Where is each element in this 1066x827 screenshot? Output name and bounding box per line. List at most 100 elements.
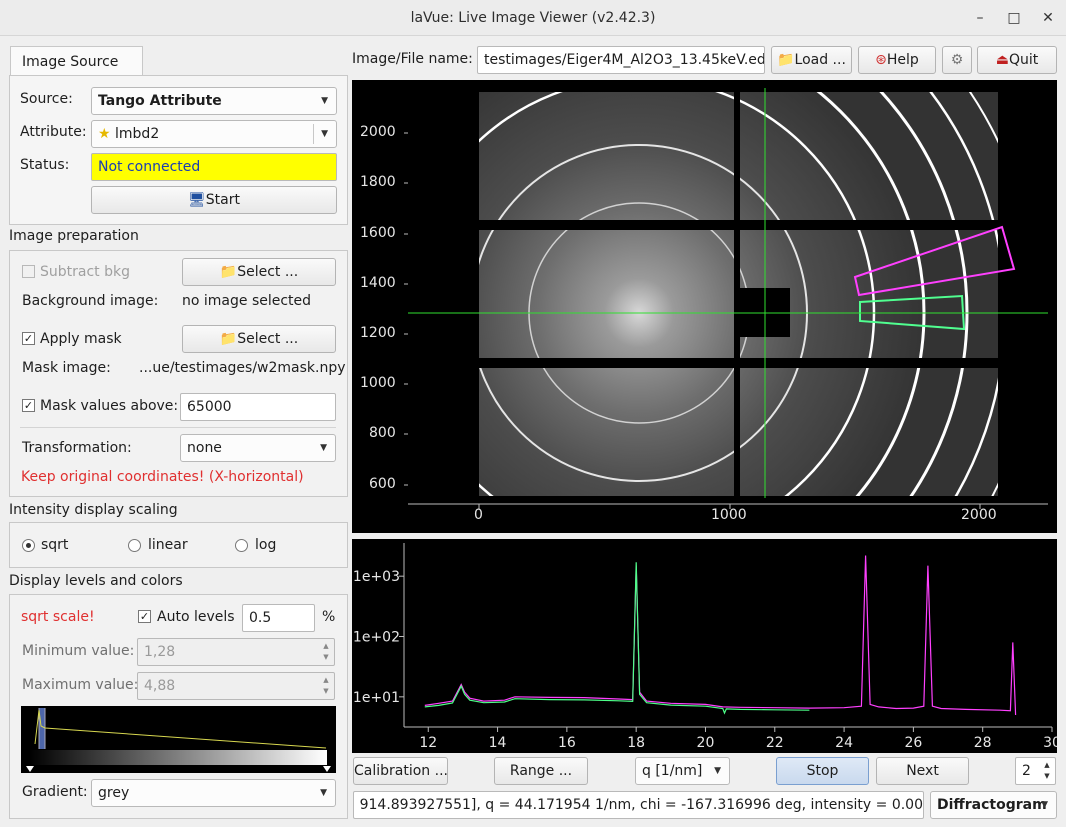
- file-name-label: Image/File name:: [352, 51, 473, 67]
- status-label: Status:: [20, 157, 70, 173]
- sqrt-radio[interactable]: [22, 539, 35, 552]
- load-button[interactable]: 📁Load ...: [771, 46, 852, 74]
- maximize-icon[interactable]: □: [1004, 8, 1024, 28]
- x-tick-label: 16: [558, 735, 576, 751]
- diffractogram-plot[interactable]: 12 14 16 18 20 22 24 26 28 30 1e+03 1e+02 1e+01: [352, 539, 1061, 753]
- source-select[interactable]: Tango Attribute ▼: [91, 87, 337, 115]
- subtract-bkg-checkbox[interactable]: [22, 265, 35, 278]
- auto-levels-label: Auto levels: [157, 609, 235, 625]
- divider: [20, 427, 336, 428]
- spin-arrows-icon[interactable]: ▲ ▼: [1041, 760, 1053, 782]
- exit-icon: ⏏: [995, 52, 1009, 68]
- mask-threshold-input[interactable]: 65000: [180, 393, 336, 421]
- mask-values-above-checkbox[interactable]: ✓: [22, 399, 35, 412]
- transformation-label: Transformation:: [22, 440, 132, 456]
- unit-select[interactable]: q [1/nm] ▼: [635, 757, 730, 785]
- log-radio[interactable]: [235, 539, 248, 552]
- detector-image: [215, 0, 1063, 737]
- unit-value: q [1/nm]: [642, 763, 703, 779]
- spinbox[interactable]: 2 ▲ ▼: [1015, 757, 1056, 785]
- sqrt-scale-note: sqrt scale!: [21, 609, 95, 625]
- y-tick-label: 1e+03: [353, 569, 400, 585]
- close-icon[interactable]: ✕: [1038, 8, 1058, 28]
- calibration-button[interactable]: Calibration ...: [353, 757, 448, 785]
- select-background-button[interactable]: 📁Select ...: [182, 258, 336, 286]
- status-readout: 01388, 914.893927551], q = 44.171954 1/n…: [353, 791, 924, 819]
- settings-button[interactable]: ⚙: [942, 46, 972, 74]
- x-tick-label: 30: [1043, 735, 1057, 751]
- help-button[interactable]: ⊛Help: [858, 46, 936, 74]
- window-title: laVue: Live Image Viewer (v2.42.3): [410, 10, 656, 26]
- max-value: 4,88: [144, 678, 176, 694]
- select-background-label: Select ...: [237, 264, 299, 280]
- x-tick-label: 26: [904, 735, 922, 751]
- gradient-value: grey: [98, 785, 130, 801]
- chevron-down-icon: ▼: [1041, 800, 1048, 810]
- stop-button[interactable]: Stop: [776, 757, 869, 785]
- image-preparation-title: Image preparation: [9, 228, 139, 244]
- max-value-label: Maximum value:: [22, 677, 139, 693]
- image-plot-svg: [215, 0, 1063, 737]
- folder-icon: 📁: [777, 52, 795, 68]
- auto-levels-checkbox[interactable]: ✓: [138, 610, 151, 623]
- percent-label: %: [322, 609, 336, 625]
- min-value: 1,28: [144, 644, 176, 660]
- status-field: Not connected: [91, 153, 337, 181]
- min-value-input: 1,28 ▲ ▼: [137, 638, 335, 666]
- display-levels-title: Display levels and colors: [9, 573, 183, 589]
- gradient-select[interactable]: grey ▼: [91, 779, 336, 807]
- y-tick-label: 1000: [360, 375, 396, 391]
- mask-image-value: ...ue/testimages/w2mask.npy: [139, 360, 346, 376]
- minimize-icon[interactable]: –: [970, 8, 990, 28]
- x-tick-label: 1000: [711, 507, 747, 523]
- select-mask-button[interactable]: 📁Select ...: [182, 325, 336, 353]
- quit-button[interactable]: ⏏Quit: [977, 46, 1057, 74]
- x-tick-label: 0: [474, 507, 483, 523]
- x-tick-label: 28: [974, 735, 992, 751]
- y-tick-label: 1800: [360, 174, 396, 190]
- chevron-down-icon: ▼: [321, 129, 328, 139]
- gradient-label: Gradient:: [22, 784, 88, 800]
- apply-mask-label: Apply mask: [40, 331, 122, 347]
- sqrt-label: sqrt: [41, 537, 69, 553]
- title-bar: laVue: Live Image Viewer (v2.42.3): [0, 0, 1066, 36]
- background-image-value: no image selected: [182, 293, 312, 309]
- gradient-bar: [29, 750, 327, 765]
- file-name-input[interactable]: testimages/Eiger4M_Al2O3_13.45keV.edf: [477, 46, 765, 74]
- log-label: log: [255, 537, 277, 553]
- background-image-label: Background image:: [22, 293, 159, 309]
- start-button[interactable]: 🖥Start: [91, 186, 337, 214]
- star-icon: ★: [98, 126, 111, 142]
- apply-mask-checkbox[interactable]: ✓: [22, 332, 35, 345]
- diffractogram-series: [424, 555, 1017, 716]
- range-button[interactable]: Range ...: [494, 757, 588, 785]
- y-tick-label: 1200: [360, 325, 396, 341]
- load-label: Load ...: [794, 52, 846, 68]
- folder-icon: 📁: [219, 264, 238, 280]
- mask-image-label: Mask image:: [22, 360, 111, 376]
- linear-radio[interactable]: [128, 539, 141, 552]
- transformation-value: none: [187, 440, 222, 456]
- attribute-label: Attribute:: [20, 124, 87, 140]
- auto-levels-input[interactable]: 0.5: [242, 604, 315, 632]
- tab-image-source[interactable]: Image Source: [10, 46, 143, 76]
- help-label: Help: [886, 52, 919, 68]
- folder-icon: 📁: [219, 331, 238, 347]
- subtract-bkg-label: Subtract bkg: [40, 264, 130, 280]
- gear-icon: ⚙: [950, 52, 964, 68]
- next-button[interactable]: Next: [876, 757, 969, 785]
- status-readout-text: 01388, 914.893927551], q = 44.171954 1/n…: [353, 797, 923, 813]
- y-tick-label: 2000: [360, 124, 396, 140]
- histogram-gradient-editor[interactable]: [21, 706, 336, 773]
- mode-select[interactable]: Diffractogram ▼: [930, 791, 1057, 819]
- transformation-select[interactable]: none ▼: [180, 434, 336, 462]
- spin-arrows-icon: ▲ ▼: [323, 676, 329, 695]
- x-tick-label: 12: [419, 735, 437, 751]
- diffractogram-axes: 12 14 16 18 20 22 24 26 28 30 1e+03 1e+02 1e+01: [353, 543, 1061, 751]
- monitor-icon: 🖥: [188, 192, 206, 208]
- y-tick-label: 1e+01: [353, 690, 400, 706]
- coordinates-warning: Keep original coordinates! (X-horizontal…: [21, 469, 304, 485]
- image-plot[interactable]: 2000 1800 1600 1400 1200 1000 800 600 0 …: [215, 0, 1063, 737]
- attribute-select[interactable]: ★ lmbd2 ▼: [91, 120, 337, 148]
- chevron-down-icon: ▼: [320, 443, 327, 453]
